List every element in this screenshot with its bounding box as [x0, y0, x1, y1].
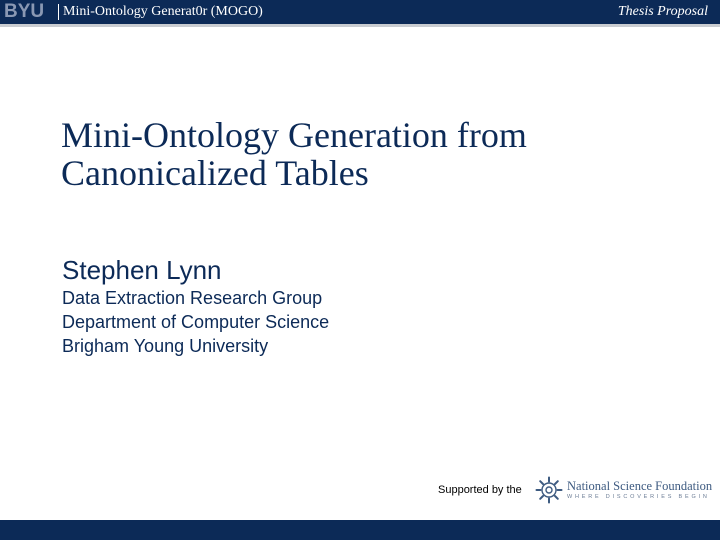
footer-bar [0, 520, 720, 540]
nsf-name: National Science Foundation [567, 479, 713, 493]
affiliation-line: Department of Computer Science [62, 312, 330, 332]
header-divider [58, 4, 59, 20]
slide-title-line: Mini-Ontology Generation from [61, 115, 527, 155]
affiliation-line: Data Extraction Research Group [62, 288, 323, 308]
slide-title-line: Canonicalized Tables [61, 153, 369, 193]
affiliation-line: Brigham Young University [62, 336, 269, 356]
header-rule [0, 24, 720, 27]
byu-logo: BYU [4, 1, 45, 22]
author-name: Stephen Lynn [62, 255, 222, 285]
nsf-seal-icon [535, 476, 563, 504]
supported-by-label: Supported by the [438, 484, 522, 496]
header-bar: BYU Mini-Ontology Generat0r (MOGO) Thesi… [0, 0, 720, 24]
header-title: Mini-Ontology Generat0r (MOGO) [63, 4, 263, 19]
nsf-logo: National Science Foundation WHERE DISCOV… [527, 470, 712, 512]
nsf-tagline: WHERE DISCOVERIES BEGIN [567, 494, 710, 500]
slide-title: Mini-Ontology Generation from Canonicali… [61, 116, 701, 192]
affiliation: Data Extraction Research Group Departmen… [62, 286, 329, 358]
header-right-label: Thesis Proposal [617, 4, 708, 19]
